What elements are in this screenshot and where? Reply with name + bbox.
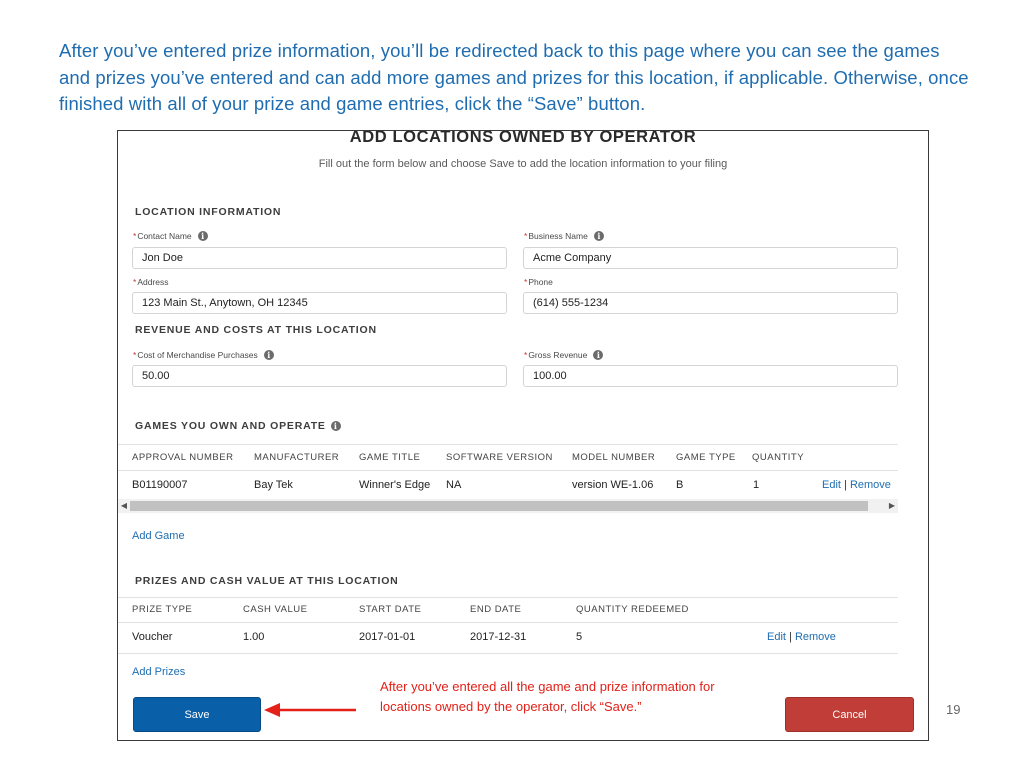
section-revenue-costs: REVENUE AND COSTS AT THIS LOCATION <box>135 324 377 336</box>
save-annotation: After you’ve entered all the game and pr… <box>380 679 715 714</box>
info-icon[interactable]: i <box>593 231 604 241</box>
label-text: Business Name <box>528 231 588 241</box>
cell-approval-number: B01190007 <box>132 479 188 491</box>
label-text: Phone <box>528 277 553 287</box>
col-start-date: START DATE <box>359 604 422 615</box>
cell-software-version: NA <box>446 479 462 491</box>
cell-quantity: 1 <box>753 479 760 491</box>
cell-end-date: 2017-12-31 <box>470 631 527 643</box>
col-quantity: QUANTITY <box>752 452 805 463</box>
required-marker: * <box>524 231 528 241</box>
save-button[interactable]: Save <box>133 697 261 732</box>
divider <box>118 653 898 654</box>
required-marker: * <box>133 231 137 241</box>
section-prizes: PRIZES AND CASH VALUE AT THIS LOCATION <box>135 575 399 587</box>
scroll-left-arrow-icon[interactable]: ◀ <box>118 499 130 513</box>
col-prize-type: PRIZE TYPE <box>132 604 193 615</box>
remove-prize-link[interactable]: Remove <box>795 631 836 643</box>
edit-game-link[interactable]: Edit <box>822 479 841 491</box>
col-end-date: END DATE <box>470 604 522 615</box>
divider <box>118 444 898 445</box>
arrow-icon <box>264 703 356 717</box>
col-model-number: MODEL NUMBER <box>572 452 656 463</box>
contact-name-label: * Contact Name i <box>133 231 208 241</box>
col-game-title: GAME TITLE <box>359 452 421 463</box>
gross-revenue-input[interactable]: 100.00 <box>523 365 898 387</box>
edit-prize-link[interactable]: Edit <box>767 631 786 643</box>
cost-merchandise-input[interactable]: 50.00 <box>132 365 507 387</box>
section-games-label: GAMES YOU OWN AND OPERATE <box>135 420 326 432</box>
cell-start-date: 2017-01-01 <box>359 631 416 643</box>
section-games: GAMES YOU OWN AND OPERATE i <box>135 420 341 432</box>
info-icon[interactable]: i <box>593 350 604 360</box>
business-name-label: * Business Name i <box>524 231 604 241</box>
address-input[interactable]: 123 Main St., Anytown, OH 12345 <box>132 292 507 314</box>
required-marker: * <box>524 277 528 287</box>
info-icon[interactable]: i <box>330 421 341 431</box>
instruction-caption: After you’ve entered prize information, … <box>59 40 969 114</box>
required-marker: * <box>133 277 137 287</box>
label-text: Contact Name <box>137 231 192 241</box>
required-marker: * <box>524 350 528 360</box>
cell-game-title: Winner's Edge <box>359 479 431 491</box>
page-title: ADD LOCATIONS OWNED BY OPERATOR <box>349 130 697 146</box>
section-location-info: LOCATION INFORMATION <box>135 206 282 218</box>
cell-quantity-redeemed: 5 <box>576 631 583 643</box>
divider <box>118 622 898 623</box>
add-game-link[interactable]: Add Game <box>132 530 185 542</box>
info-icon[interactable]: i <box>197 231 208 241</box>
action-separator: | <box>789 631 792 643</box>
label-text: Cost of Merchandise Purchases <box>137 350 258 360</box>
cancel-button[interactable]: Cancel <box>785 697 914 732</box>
col-cash-value: CASH VALUE <box>243 604 308 615</box>
required-marker: * <box>133 350 137 360</box>
remove-game-link[interactable]: Remove <box>850 479 891 491</box>
divider <box>118 470 898 471</box>
horizontal-scrollbar[interactable]: ◀ ▶ <box>118 499 898 513</box>
phone-label: * Phone <box>524 277 553 287</box>
business-name-input[interactable]: Acme Company <box>523 247 898 269</box>
col-approval-number: APPROVAL NUMBER <box>132 452 234 463</box>
gross-revenue-label: * Gross Revenue i <box>524 350 604 360</box>
cell-prize-type: Voucher <box>132 631 173 643</box>
phone-input[interactable]: (614) 555-1234 <box>523 292 898 314</box>
col-game-type: GAME TYPE <box>676 452 736 463</box>
divider <box>118 597 898 598</box>
row-actions: Edit | Remove <box>767 631 836 643</box>
info-icon[interactable]: i <box>263 350 274 360</box>
page-subtitle: Fill out the form below and choose Save … <box>318 158 728 170</box>
form-screenshot: ADD LOCATIONS OWNED BY OPERATOR Fill out… <box>117 130 929 741</box>
cell-manufacturer: Bay Tek <box>254 479 293 491</box>
col-quantity-redeemed: QUANTITY REDEEMED <box>576 604 689 615</box>
action-separator: | <box>844 479 847 491</box>
label-text: Address <box>137 277 169 287</box>
cost-merchandise-label: * Cost of Merchandise Purchases i <box>133 350 274 360</box>
contact-name-input[interactable]: Jon Doe <box>132 247 507 269</box>
row-actions: Edit | Remove <box>822 479 891 491</box>
page-number: 19 <box>946 702 961 717</box>
cell-cash-value: 1.00 <box>243 631 265 643</box>
col-manufacturer: MANUFACTURER <box>254 452 340 463</box>
address-label: * Address <box>133 277 169 287</box>
col-software-version: SOFTWARE VERSION <box>446 452 553 463</box>
cell-game-type: B <box>676 479 684 491</box>
cell-model-number: version WE-1.06 <box>572 479 654 491</box>
label-text: Gross Revenue <box>528 350 588 360</box>
scroll-right-arrow-icon[interactable]: ▶ <box>886 499 898 513</box>
add-prizes-link[interactable]: Add Prizes <box>132 666 185 678</box>
scroll-thumb[interactable] <box>130 501 868 511</box>
